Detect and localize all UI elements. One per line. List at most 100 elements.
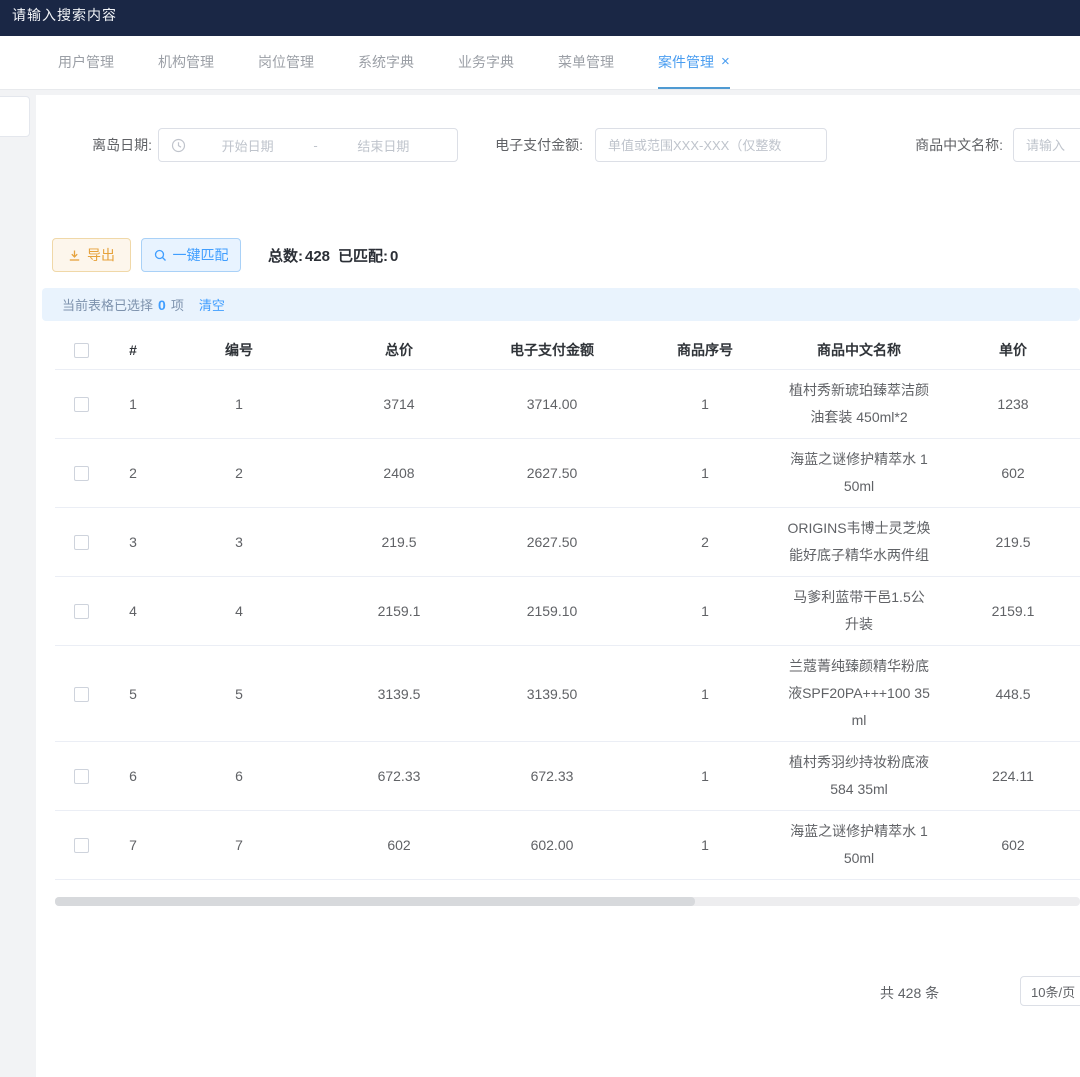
selection-prefix: 当前表格已选择 xyxy=(62,295,153,314)
page-size-select[interactable]: 10条/页 xyxy=(1020,976,1080,1006)
col-epay: 电子支付金额 xyxy=(479,340,625,360)
collapsed-panel xyxy=(0,96,30,137)
cell-epay: 2627.50 xyxy=(479,534,625,550)
cell-seq: 1 xyxy=(625,837,785,853)
close-icon[interactable]: × xyxy=(721,54,730,69)
row-checkbox[interactable] xyxy=(74,838,89,853)
table-row: 7 7 602 602.00 1 海蓝之谜修护精萃水 150ml 602 xyxy=(55,811,1080,880)
date-range-input[interactable]: 开始日期 - 结束日期 xyxy=(158,128,458,162)
epay-amount-input[interactable] xyxy=(595,128,827,162)
cell-epay: 672.33 xyxy=(479,768,625,784)
selection-count: 0 xyxy=(158,297,166,313)
cell-epay: 3139.50 xyxy=(479,686,625,702)
horizontal-scrollbar xyxy=(55,897,1080,906)
cell-unit-price: 602 xyxy=(933,837,1080,853)
top-bar: 请输入搜索内容 xyxy=(0,0,1080,36)
row-checkbox[interactable] xyxy=(74,604,89,619)
col-index: # xyxy=(107,342,159,358)
start-date-placeholder: 开始日期 xyxy=(186,136,309,155)
tab-bar: 用户管理 机构管理 岗位管理 系统字典 业务字典 菜单管理 案件管理 × xyxy=(0,36,1080,90)
col-code: 编号 xyxy=(159,340,319,360)
tab-menu-management[interactable]: 菜单管理 xyxy=(558,36,614,89)
cell-seq: 1 xyxy=(625,603,785,619)
cell-seq: 1 xyxy=(625,396,785,412)
cell-code: 4 xyxy=(159,603,319,619)
cell-index: 7 xyxy=(107,837,159,853)
one-click-match-button[interactable]: 一键匹配 xyxy=(141,238,241,272)
row-checkbox[interactable] xyxy=(74,535,89,550)
selection-bar: 当前表格已选择 0 项 清空 xyxy=(42,288,1080,321)
cell-product-name: 兰蔻菁纯臻颜精华粉底液SPF20PA+++100 35ml xyxy=(785,646,933,741)
app-window: 请输入搜索内容 用户管理 机构管理 岗位管理 系统字典 业务字典 菜单管理 案件… xyxy=(0,0,1080,1077)
tab-business-dict[interactable]: 业务字典 xyxy=(458,36,514,89)
cell-index: 2 xyxy=(107,465,159,481)
col-total: 总价 xyxy=(319,340,479,360)
download-icon xyxy=(68,249,81,262)
row-checkbox[interactable] xyxy=(74,466,89,481)
table-row: 4 4 2159.1 2159.10 1 马爹利蓝带干邑1.5公升装 2159.… xyxy=(55,577,1080,646)
cell-unit-price: 602 xyxy=(933,465,1080,481)
scrollbar-thumb[interactable] xyxy=(55,897,695,906)
pagination-total: 共 428 条 xyxy=(880,983,939,1003)
clock-icon xyxy=(171,138,186,153)
cell-index: 3 xyxy=(107,534,159,550)
cell-seq: 1 xyxy=(625,768,785,784)
col-name: 商品中文名称 xyxy=(785,340,933,360)
cell-index: 1 xyxy=(107,396,159,412)
cell-total: 602 xyxy=(319,837,479,853)
selection-suffix: 项 xyxy=(171,295,184,314)
date-separator: - xyxy=(309,138,321,153)
match-stats: 总数:428 已匹配:0 xyxy=(268,245,398,266)
end-date-placeholder: 结束日期 xyxy=(322,136,445,155)
search-icon xyxy=(154,249,167,262)
cell-code: 5 xyxy=(159,686,319,702)
row-checkbox[interactable] xyxy=(74,687,89,702)
matched-label: 已匹配: xyxy=(338,248,388,265)
cell-index: 5 xyxy=(107,686,159,702)
table-row: 5 5 3139.5 3139.50 1 兰蔻菁纯臻颜精华粉底液SPF20PA+… xyxy=(55,646,1080,742)
matched-value: 0 xyxy=(390,248,398,265)
cell-code: 3 xyxy=(159,534,319,550)
total-value: 428 xyxy=(305,248,330,265)
col-unit: 单价 xyxy=(933,340,1080,360)
product-name-filter-label: 商品中文名称: xyxy=(903,128,1003,162)
tab-case-management[interactable]: 案件管理 × xyxy=(658,36,730,89)
cell-code: 2 xyxy=(159,465,319,481)
cell-total: 2408 xyxy=(319,465,479,481)
cell-seq: 1 xyxy=(625,686,785,702)
cell-unit-price: 219.5 xyxy=(933,534,1080,550)
cell-epay: 2159.10 xyxy=(479,603,625,619)
product-name-input[interactable] xyxy=(1013,128,1080,162)
cell-unit-price: 224.11 xyxy=(933,768,1080,784)
cell-unit-price: 2159.1 xyxy=(933,603,1080,619)
tab-system-dict[interactable]: 系统字典 xyxy=(358,36,414,89)
tab-post-management[interactable]: 岗位管理 xyxy=(258,36,314,89)
table-row: 1 1 3714 3714.00 1 植村秀新琥珀臻萃洁颜油套装 450ml*2… xyxy=(55,370,1080,439)
tab-org-management[interactable]: 机构管理 xyxy=(158,36,214,89)
table-row: 2 2 2408 2627.50 1 海蓝之谜修护精萃水 150ml 602 xyxy=(55,439,1080,508)
table-body: 1 1 3714 3714.00 1 植村秀新琥珀臻萃洁颜油套装 450ml*2… xyxy=(55,370,1080,905)
cell-total: 3139.5 xyxy=(319,686,479,702)
cell-total: 672.33 xyxy=(319,768,479,784)
cell-product-name: 海蓝之谜修护精萃水 150ml xyxy=(785,439,933,507)
cell-product-name: ORIGINS韦博士灵芝焕能好底子精华水两件组 xyxy=(785,508,933,576)
cell-seq: 1 xyxy=(625,465,785,481)
cell-product-name: 马爹利蓝带干邑1.5公升装 xyxy=(785,577,933,645)
cell-unit-price: 448.5 xyxy=(933,686,1080,702)
clear-selection-link[interactable]: 清空 xyxy=(199,295,225,314)
cell-total: 3714 xyxy=(319,396,479,412)
row-checkbox[interactable] xyxy=(74,397,89,412)
cell-seq: 2 xyxy=(625,534,785,550)
cell-code: 6 xyxy=(159,768,319,784)
epay-filter-label: 电子支付金额: xyxy=(487,128,583,162)
select-all-checkbox[interactable] xyxy=(74,343,89,358)
global-search-input[interactable]: 请输入搜索内容 xyxy=(12,5,117,25)
export-button[interactable]: 导出 xyxy=(52,238,131,272)
cell-total: 2159.1 xyxy=(319,603,479,619)
tab-user-management[interactable]: 用户管理 xyxy=(58,36,114,89)
cell-code: 1 xyxy=(159,396,319,412)
cell-unit-price: 1238 xyxy=(933,396,1080,412)
row-checkbox[interactable] xyxy=(74,769,89,784)
date-filter-label: 离岛日期: xyxy=(80,128,152,162)
cell-total: 219.5 xyxy=(319,534,479,550)
